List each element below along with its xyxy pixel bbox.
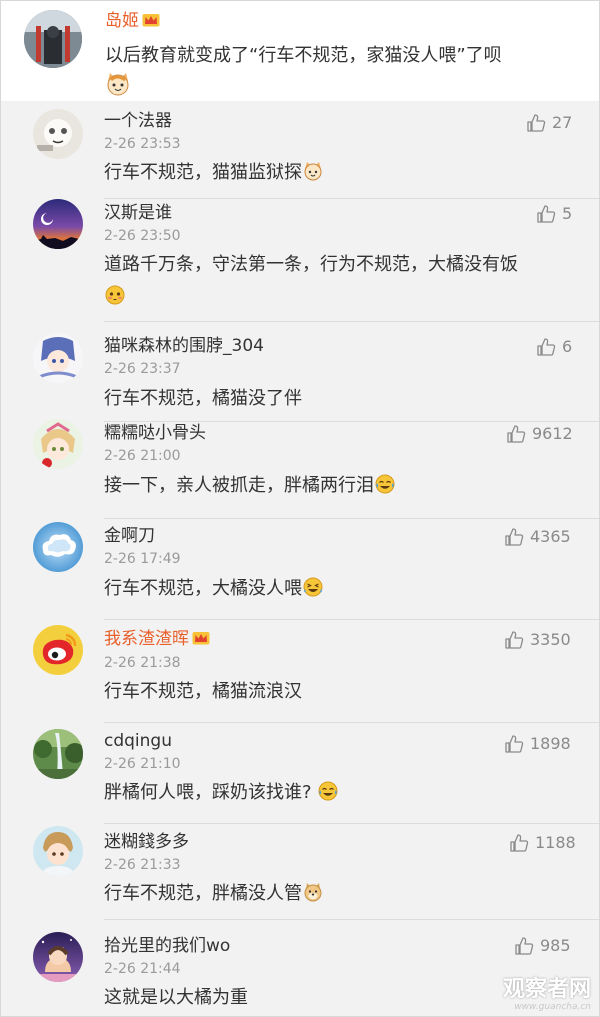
reply-username[interactable]: 糯糯哒小骨头 xyxy=(104,422,206,444)
like-button[interactable]: 985 xyxy=(514,936,571,956)
reply-divider xyxy=(104,619,599,620)
reply-timestamp: 2-26 21:33 xyxy=(104,857,181,873)
reply-text-content: 这就是以大橘为重 xyxy=(104,987,248,1008)
like-button[interactable]: 1188 xyxy=(509,833,576,853)
like-count: 5 xyxy=(562,204,573,223)
reply-timestamp: 2-26 23:53 xyxy=(104,136,181,152)
reply-avatar[interactable] xyxy=(33,199,83,249)
reply-avatar[interactable] xyxy=(33,109,83,159)
doge-emoji xyxy=(304,883,322,902)
like-button[interactable]: 4365 xyxy=(504,527,571,547)
reply-text-content: 行车不规范，橘猫没了伴 xyxy=(104,388,302,409)
like-count: 3350 xyxy=(530,630,571,649)
like-button[interactable]: 9612 xyxy=(506,424,573,444)
reply-text-content: 行车不规范，胖橘没人管 xyxy=(104,883,302,904)
reply-username-text[interactable]: 我系渣渣晖 xyxy=(104,629,189,649)
reply-text-content: 胖橘何人喂，踩奶该找谁? xyxy=(104,782,312,803)
post-content-text: 以后教育就变成了“行车不规范，家猫没人喂”了呗 xyxy=(105,45,502,66)
reply-username[interactable]: cdqingu xyxy=(104,730,172,752)
reply-text-content: 行车不规范，橘猫流浪汉 xyxy=(104,681,302,702)
reply-username[interactable]: 金啊刀 xyxy=(104,525,155,547)
tears-of-joy-emoji xyxy=(318,781,338,801)
thumbs-up-icon xyxy=(537,205,556,223)
reply-username[interactable]: 我系渣渣晖 xyxy=(104,628,210,650)
cat-face-emoji xyxy=(107,73,129,96)
like-button[interactable]: 6 xyxy=(536,337,572,357)
post-author-name[interactable]: 岛姬 xyxy=(105,9,160,33)
reply-text: 行车不规范，橘猫流浪汉 xyxy=(104,676,584,708)
reply-text: 行车不规范，橘猫没了伴 xyxy=(104,383,584,415)
cat-face-emoji xyxy=(304,162,322,181)
reply-username[interactable]: 猫咪森林的围脖_304 xyxy=(104,335,264,357)
reply-avatar[interactable] xyxy=(33,522,83,572)
reply-text: 道路千万条，守法第一条，行为不规范，大橘没有饭 xyxy=(104,249,584,313)
reply-divider xyxy=(104,919,599,920)
like-count: 4365 xyxy=(530,527,571,546)
thumbs-up-icon xyxy=(537,338,556,356)
post-author-name-text[interactable]: 岛姬 xyxy=(105,11,139,31)
thumbs-up-icon xyxy=(510,834,529,852)
reply-divider xyxy=(104,321,599,322)
like-button[interactable]: 5 xyxy=(536,204,572,224)
like-count: 9612 xyxy=(532,424,573,443)
vip-crown-icon xyxy=(192,632,210,645)
reply-timestamp: 2-26 21:44 xyxy=(104,961,181,977)
thumbs-up-icon xyxy=(507,425,526,443)
reply-text: 接一下，亲人被抓走，胖橘两行泪 xyxy=(104,470,584,502)
reply-timestamp: 2-26 21:00 xyxy=(104,448,181,464)
reply-timestamp: 2-26 17:49 xyxy=(104,551,181,567)
tears-of-joy-emoji xyxy=(375,474,395,494)
reply-avatar[interactable] xyxy=(33,333,83,383)
reply-avatar[interactable] xyxy=(33,625,83,675)
like-count: 27 xyxy=(552,113,573,132)
like-count: 985 xyxy=(540,936,571,955)
like-button[interactable]: 3350 xyxy=(504,630,571,650)
thumbs-up-icon xyxy=(527,114,546,132)
thumbs-up-icon xyxy=(505,631,524,649)
reply-avatar[interactable] xyxy=(33,932,83,982)
reply-text-content: 行车不规范，猫猫监狱探 xyxy=(104,162,302,183)
like-count: 1898 xyxy=(530,734,571,753)
reply-avatar[interactable] xyxy=(33,729,83,779)
reply-timestamp: 2-26 21:38 xyxy=(104,655,181,671)
reply-text: 胖橘何人喂，踩奶该找谁? xyxy=(104,777,584,809)
reply-text: 行车不规范，胖橘没人管 xyxy=(104,878,584,910)
post-author-avatar[interactable] xyxy=(24,10,82,68)
comment-thread: 岛姬 以后教育就变成了“行车不规范，家猫没人喂”了呗 一个法器 2-26 23:… xyxy=(0,0,600,1017)
reply-divider xyxy=(104,518,599,519)
reply-divider xyxy=(104,722,599,723)
flushed-emoji xyxy=(105,285,125,305)
reply-text-content: 接一下，亲人被抓走，胖橘两行泪 xyxy=(104,475,374,496)
reply-username[interactable]: 一个法器 xyxy=(104,110,172,132)
thumbs-up-icon xyxy=(505,528,524,546)
watermark-url: www.guancha.cn xyxy=(514,1002,591,1012)
reply-text-content: 行车不规范，大橘没人喂 xyxy=(104,578,302,599)
reply-avatar[interactable] xyxy=(33,419,83,469)
reply-avatar[interactable] xyxy=(33,826,83,876)
like-count: 6 xyxy=(562,337,573,356)
post-content: 以后教育就变成了“行车不规范，家猫没人喂”了呗 xyxy=(105,41,591,101)
like-button[interactable]: 1898 xyxy=(504,734,571,754)
reply-divider xyxy=(104,823,599,824)
reply-username[interactable]: 迷糊錢多多 xyxy=(104,831,189,853)
reply-timestamp: 2-26 21:10 xyxy=(104,756,181,772)
thumbs-up-icon xyxy=(505,735,524,753)
vip-crown-icon xyxy=(142,14,160,27)
reply-username[interactable]: 汉斯是谁 xyxy=(104,202,172,224)
reply-text-content: 道路千万条，守法第一条，行为不规范，大橘没有饭 xyxy=(104,254,518,275)
reply-divider xyxy=(104,198,599,199)
reply-username[interactable]: 拾光里的我们wo xyxy=(104,935,230,957)
reply-text: 行车不规范，大橘没人喂 xyxy=(104,573,584,605)
like-button[interactable]: 27 xyxy=(526,113,572,133)
like-count: 1188 xyxy=(535,833,576,852)
watermark-title: 观察者网 xyxy=(502,977,591,1002)
original-post: 岛姬 以后教育就变成了“行车不规范，家猫没人喂”了呗 xyxy=(1,1,599,101)
reply-list: 一个法器 2-26 23:53 行车不规范，猫猫监狱探 27 汉斯是谁 2-26… xyxy=(1,101,599,1016)
reply-timestamp: 2-26 23:37 xyxy=(104,361,181,377)
site-watermark: 观察者网 www.guancha.cn xyxy=(502,977,591,1013)
thumbs-up-icon xyxy=(515,937,534,955)
reply-timestamp: 2-26 23:50 xyxy=(104,228,181,244)
laughing-emoji xyxy=(303,577,323,597)
reply-text: 行车不规范，猫猫监狱探 xyxy=(104,157,584,189)
